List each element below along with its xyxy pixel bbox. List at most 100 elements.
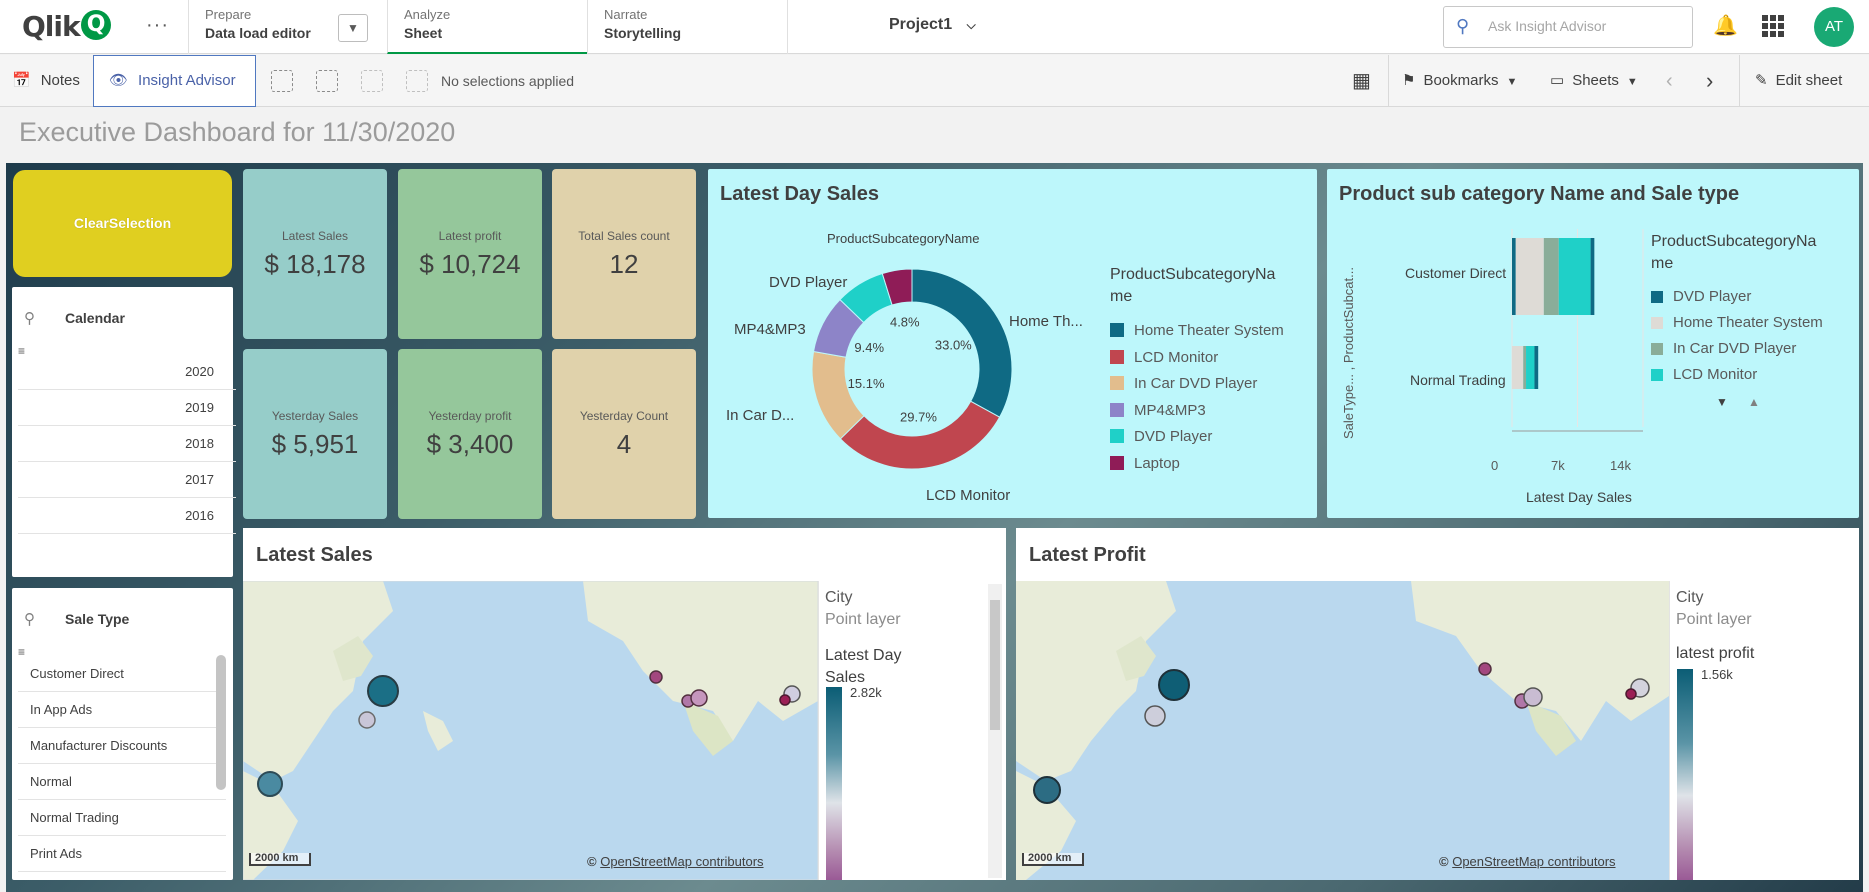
map-point[interactable] [1144, 705, 1166, 727]
search-icon[interactable]: ⚲ [24, 611, 35, 628]
legend-swatch [1110, 323, 1124, 337]
map-area[interactable]: 2000 km © OpenStreetMap contributors [243, 581, 818, 880]
edit-sheet-button[interactable]: ✎ Edit sheet [1755, 55, 1842, 107]
map-canvas[interactable] [243, 581, 818, 880]
map-point[interactable] [779, 694, 791, 706]
legend-item[interactable]: DVD Player [1110, 428, 1212, 445]
slice-data-label: 9.4% [854, 340, 884, 355]
kpi-yesterday-profit[interactable]: Yesterday profit $ 3,400 [398, 349, 542, 519]
grid-view-icon[interactable]: ▦ [1352, 55, 1371, 107]
map-point[interactable] [367, 675, 399, 707]
list-item[interactable]: 2018 [18, 426, 236, 462]
legend-item[interactable]: In Car DVD Player [1110, 375, 1257, 392]
legend-item[interactable]: LCD Monitor [1110, 349, 1218, 366]
latest-day-sales-panel[interactable]: Latest Day Sales ProductSubcategoryName … [708, 169, 1317, 518]
bar-segment[interactable] [1543, 238, 1559, 315]
legend-scrollbar[interactable] [988, 584, 1002, 878]
step-back-icon[interactable] [316, 70, 338, 92]
legend-item[interactable]: Home Theater System [1110, 322, 1284, 339]
map-attribution[interactable]: © OpenStreetMap contributors [1439, 854, 1616, 869]
legend-item[interactable]: LCD Monitor [1651, 366, 1757, 383]
legend-scroll-down-icon[interactable]: ▼ [1716, 395, 1728, 409]
bar-segment[interactable] [1523, 346, 1527, 389]
donut-chart[interactable]: 33.0% 29.7% 15.1% 9.4% 4.8% [708, 169, 1317, 518]
notes-button[interactable]: 📅 Notes [12, 55, 80, 107]
map-point[interactable] [1523, 687, 1543, 707]
prepare-dropdown-button[interactable]: ▼ [338, 14, 368, 42]
bar-segment[interactable] [1512, 346, 1524, 389]
list-item[interactable]: In App Ads [18, 692, 226, 728]
kpi-value: $ 18,178 [264, 249, 366, 279]
x-tick-label: 7k [1551, 458, 1565, 473]
legend-item[interactable]: Home Theater System [1651, 314, 1823, 331]
legend-item[interactable]: MP4&MP3 [1110, 402, 1206, 419]
user-avatar[interactable]: AT [1814, 7, 1854, 47]
nav-analyze[interactable]: Analyze Sheet [387, 0, 587, 54]
latest-sales-map-panel[interactable]: Latest Sales 2000 km © OpenStreetMap con… [243, 528, 1006, 880]
bar-segment[interactable] [1534, 346, 1539, 389]
more-menu-icon[interactable]: ··· [146, 14, 169, 37]
legend-item[interactable]: DVD Player [1651, 288, 1751, 305]
sheets-button[interactable]: ▭ Sheets ▼ [1550, 55, 1638, 107]
insight-search-input[interactable] [1488, 18, 1678, 34]
map-point[interactable] [690, 689, 708, 707]
legend-scroll-up-icon[interactable]: ▲ [1748, 395, 1760, 409]
sale-type-scrollbar[interactable] [216, 655, 226, 790]
bar-segment[interactable] [1515, 238, 1544, 315]
subcategory-saletype-panel[interactable]: Product sub category Name and Sale type … [1327, 169, 1859, 518]
search-icon[interactable]: ⚲ [24, 310, 35, 327]
bar-segment[interactable] [1590, 238, 1595, 315]
bookmarks-button[interactable]: ⚑ Bookmarks ▼ [1402, 55, 1517, 107]
legend-item[interactable]: Laptop [1110, 455, 1180, 472]
kpi-yesterday-sales[interactable]: Yesterday Sales $ 5,951 [243, 349, 387, 519]
kpi-latest-sales[interactable]: Latest Sales $ 18,178 [243, 169, 387, 339]
kpi-label: Yesterday Count [579, 409, 669, 423]
calendar-filter-header[interactable]: ⚲ Calendar [24, 309, 125, 327]
bar-segment[interactable] [1526, 346, 1535, 389]
list-item[interactable]: Print Ads [18, 836, 226, 872]
project-selector[interactable]: Project1 ⌵ [889, 16, 976, 34]
map-canvas[interactable] [1016, 581, 1669, 880]
map-point[interactable] [1478, 662, 1492, 676]
list-item[interactable]: 2016 [18, 498, 236, 534]
legend-label: DVD Player [1134, 428, 1213, 445]
list-item[interactable]: Customer Direct [18, 656, 226, 692]
apps-grid-icon[interactable] [1762, 15, 1784, 37]
clear-selection-button[interactable]: ClearSelection [13, 170, 232, 277]
bar-segment[interactable] [1558, 238, 1591, 315]
list-item[interactable]: Manufacturer Discounts [18, 728, 226, 764]
nav-narrate[interactable]: Narrate Storytelling [587, 0, 787, 54]
legend-layer-sub: Point layer [1676, 611, 1752, 628]
kpi-total-sales-count[interactable]: Total Sales count 12 [552, 169, 696, 339]
map-point[interactable] [1033, 776, 1061, 804]
map-point[interactable] [358, 711, 376, 729]
kpi-latest-profit[interactable]: Latest profit $ 10,724 [398, 169, 542, 339]
chevron-down-icon: ▼ [1506, 76, 1518, 88]
map-point[interactable] [257, 771, 283, 797]
list-item[interactable]: Normal [18, 764, 226, 800]
bar-segment[interactable] [1512, 238, 1516, 315]
insight-advisor-button[interactable]: 👁 Insight Advisor [93, 55, 256, 107]
qlik-logo[interactable]: Qlik Q [22, 10, 111, 43]
legend-layer-title: City [825, 589, 853, 606]
insight-search[interactable]: ⚲ [1443, 6, 1693, 48]
map-point[interactable] [1625, 688, 1637, 700]
map-legend: City Point layer latest profit 1.56k [1669, 581, 1859, 880]
map-point[interactable] [649, 670, 663, 684]
list-item[interactable]: 2020 [18, 354, 236, 390]
map-point[interactable] [1158, 669, 1190, 701]
legend-measure: latest profit [1676, 645, 1755, 662]
list-item[interactable]: 2019 [18, 390, 236, 426]
notifications-bell-icon[interactable]: 🔔 [1713, 13, 1738, 38]
next-sheet-icon[interactable]: › [1706, 55, 1713, 107]
legend-item[interactable]: In Car DVD Player [1651, 340, 1796, 357]
map-attribution[interactable]: © OpenStreetMap contributors [587, 854, 764, 869]
smart-search-icon[interactable] [271, 70, 293, 92]
map-area[interactable]: 2000 km © OpenStreetMap contributors [1016, 581, 1669, 880]
legend-swatch [1651, 291, 1663, 303]
sale-type-filter-header[interactable]: ⚲ Sale Type [24, 610, 129, 628]
list-item[interactable]: 2017 [18, 462, 236, 498]
latest-profit-map-panel[interactable]: Latest Profit 2000 km © OpenStreetMap co… [1016, 528, 1859, 880]
list-item[interactable]: Normal Trading [18, 800, 226, 836]
kpi-yesterday-count[interactable]: Yesterday Count 4 [552, 349, 696, 519]
